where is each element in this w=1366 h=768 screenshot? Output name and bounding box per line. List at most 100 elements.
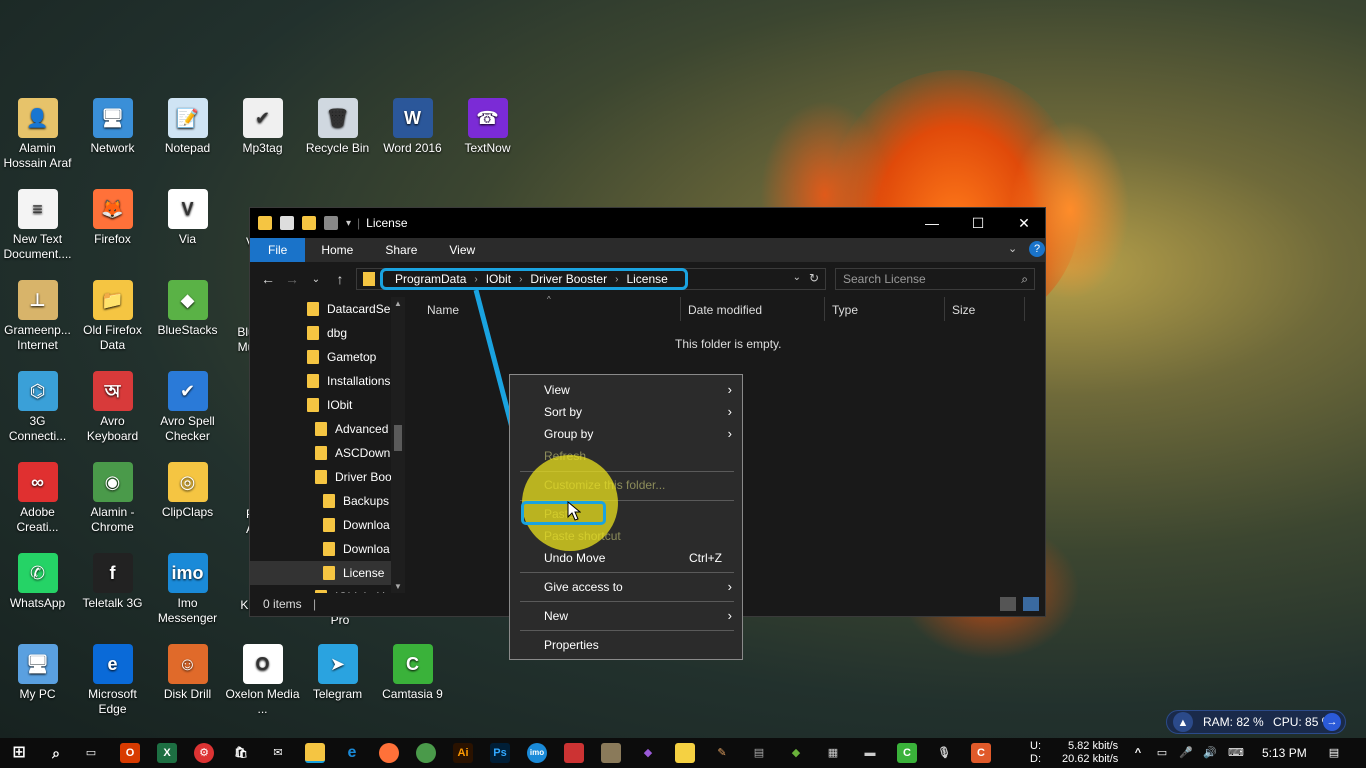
desktop-icon[interactable]: 📝 Notepad bbox=[150, 98, 225, 156]
microphone-icon[interactable]: 🎤 bbox=[1176, 743, 1196, 763]
column-size[interactable]: Size bbox=[952, 303, 975, 317]
desktop-icon[interactable]: ∞ Adobe Creati... bbox=[0, 462, 75, 535]
tree-item[interactable]: License bbox=[250, 561, 391, 585]
maximize-button[interactable]: ☐ bbox=[955, 208, 1001, 238]
visual-studio-icon[interactable]: ◆ bbox=[638, 743, 658, 763]
menu-item[interactable]: Give access to › bbox=[510, 576, 742, 598]
arrow-right-icon[interactable]: → bbox=[1323, 713, 1341, 731]
desktop-icon[interactable]: 👤 Alamin Hossain Araf bbox=[0, 98, 75, 171]
details-view-icon[interactable] bbox=[1000, 597, 1016, 611]
desktop-icon[interactable]: ✆ WhatsApp bbox=[0, 553, 75, 611]
menu-item[interactable]: View › bbox=[510, 379, 742, 401]
breadcrumb-item[interactable]: License bbox=[626, 272, 667, 286]
tab-home[interactable]: Home bbox=[305, 238, 369, 262]
app-window-icon[interactable]: ▬ bbox=[860, 743, 880, 763]
windows-start-icon[interactable]: ⊞ bbox=[9, 743, 29, 763]
address-dropdown-icon[interactable]: ⌄ bbox=[793, 272, 801, 283]
desktop-icon[interactable]: 🦊 Firefox bbox=[75, 189, 150, 247]
tree-item[interactable]: ASCDown bbox=[250, 441, 391, 465]
paint-icon[interactable]: ✎ bbox=[712, 743, 732, 763]
tree-item[interactable]: Installations bbox=[250, 369, 391, 393]
office-icon[interactable]: O bbox=[120, 743, 140, 763]
volume-icon[interactable]: 🔊 bbox=[1200, 743, 1220, 763]
tree-item[interactable]: Downloa bbox=[250, 513, 391, 537]
settings-icon[interactable]: ⚙ bbox=[194, 743, 214, 763]
properties-icon[interactable] bbox=[280, 216, 294, 230]
desktop-icon[interactable]: অ Avro Keyboard bbox=[75, 371, 150, 444]
tree-item[interactable]: Driver Boo bbox=[250, 465, 392, 489]
menu-item[interactable]: Undo Move Ctrl+Z bbox=[510, 547, 742, 569]
mail-icon[interactable]: ✉ bbox=[268, 743, 288, 763]
clock[interactable]: 5:13 PM bbox=[1262, 746, 1307, 760]
minimize-button[interactable]: — bbox=[909, 208, 955, 238]
desktop-icon[interactable]: ◉ Alamin - Chrome bbox=[75, 462, 150, 535]
photoshop-icon[interactable]: Ps bbox=[490, 743, 510, 763]
chrome-icon[interactable] bbox=[416, 743, 436, 763]
bluestacks-icon[interactable]: ◆ bbox=[786, 743, 806, 763]
system-monitor-widget[interactable]: ▲ RAM: 82 % CPU: 85 % → bbox=[1166, 710, 1346, 734]
close-button[interactable]: ✕ bbox=[1001, 208, 1047, 238]
notifications-icon[interactable]: ▤ bbox=[1324, 743, 1344, 763]
refresh-icon[interactable]: ↻ bbox=[809, 271, 819, 285]
calculator-icon[interactable]: ▦ bbox=[823, 743, 843, 763]
desktop-icon[interactable]: V Via bbox=[150, 189, 225, 247]
search-input[interactable]: Search License ⌕ bbox=[835, 268, 1035, 290]
scroll-up-icon[interactable]: ▲ bbox=[394, 299, 402, 308]
tab-file[interactable]: File bbox=[250, 238, 306, 262]
keyboard-icon[interactable]: ⌨ bbox=[1226, 743, 1246, 763]
camtasia-recorder-icon[interactable]: C bbox=[971, 743, 991, 763]
new-folder-icon[interactable] bbox=[302, 216, 316, 230]
desktop-icon[interactable]: ⌬ 3G Connecti... bbox=[0, 371, 75, 444]
edge-icon[interactable]: e bbox=[342, 743, 362, 763]
menu-item[interactable]: Sort by › bbox=[510, 401, 742, 423]
desktop-icon[interactable]: f Teletalk 3G bbox=[75, 553, 150, 611]
customize-toolbar-icon[interactable]: ▾ bbox=[346, 218, 351, 229]
breadcrumb-item[interactable]: IObit bbox=[486, 272, 511, 286]
column-type[interactable]: Type bbox=[832, 303, 858, 317]
notepad-icon[interactable]: ▤ bbox=[749, 743, 769, 763]
desktop-icon[interactable]: ➤ Telegram bbox=[300, 644, 375, 702]
desktop-icon[interactable]: ◆ BlueStacks bbox=[150, 280, 225, 338]
menu-item[interactable]: Properties bbox=[510, 634, 742, 656]
store-icon[interactable]: 🛍 bbox=[231, 743, 251, 763]
back-arrow-icon[interactable]: ← bbox=[256, 271, 280, 287]
breadcrumb-item[interactable]: ProgramData bbox=[395, 272, 466, 286]
desktop-icon[interactable]: W Word 2016 bbox=[375, 98, 450, 156]
sticky-notes-icon[interactable] bbox=[675, 743, 695, 763]
tree-item[interactable]: dbg bbox=[250, 321, 391, 345]
scrollbar-thumb[interactable] bbox=[394, 425, 402, 451]
desktop-icon[interactable]: ☺ Disk Drill bbox=[150, 644, 225, 702]
winrar-icon[interactable] bbox=[564, 743, 584, 763]
desktop-icon[interactable]: ✔ Mp3tag bbox=[225, 98, 300, 156]
desktop-icon[interactable]: ✔ Avro Spell Checker bbox=[150, 371, 225, 444]
tree-item[interactable]: Gametop bbox=[250, 345, 391, 369]
imo-icon[interactable]: imo bbox=[527, 743, 547, 763]
tree-item[interactable]: Advanced bbox=[250, 417, 391, 441]
tree-item[interactable]: IObit bbox=[250, 393, 391, 417]
tree-item[interactable]: Downloa bbox=[250, 537, 391, 561]
desktop-icon[interactable]: 🖥 My PC bbox=[0, 644, 75, 702]
desktop-icon[interactable]: 📁 Old Firefox Data bbox=[75, 280, 150, 353]
search-icon[interactable]: ⌕ bbox=[46, 743, 66, 763]
desktop-icon[interactable]: ≡ New Text Document.... bbox=[0, 189, 75, 262]
help-icon[interactable]: ? bbox=[1029, 241, 1045, 257]
desktop-icon[interactable]: e Microsoft Edge bbox=[75, 644, 150, 717]
recent-locations-icon[interactable]: ⌄ bbox=[304, 274, 328, 285]
tree-item[interactable]: DatacardSer bbox=[250, 297, 394, 321]
task-view-icon[interactable]: ▭ bbox=[81, 743, 101, 763]
tree-item[interactable]: Backups bbox=[250, 489, 391, 513]
title-bar[interactable]: ▾ | License — ☐ ✕ bbox=[250, 208, 1045, 238]
desktop-icon[interactable]: ◎ ClipClaps bbox=[150, 462, 225, 520]
column-date-modified[interactable]: Date modified bbox=[688, 303, 762, 317]
illustrator-icon[interactable]: Ai bbox=[453, 743, 473, 763]
file-explorer-icon[interactable] bbox=[305, 743, 325, 763]
firefox-icon[interactable] bbox=[379, 743, 399, 763]
recorder-icon[interactable]: 🎙 bbox=[934, 743, 954, 763]
tab-share[interactable]: Share bbox=[369, 238, 433, 262]
large-icons-view-icon[interactable] bbox=[1023, 597, 1039, 611]
forward-arrow-icon[interactable]: → bbox=[280, 271, 304, 287]
desktop-icon[interactable]: C Camtasia 9 bbox=[375, 644, 450, 702]
app-icon[interactable] bbox=[601, 743, 621, 763]
breadcrumb-item[interactable]: Driver Booster bbox=[530, 272, 607, 286]
desktop-icon[interactable]: 🗑 Recycle Bin bbox=[300, 98, 375, 156]
